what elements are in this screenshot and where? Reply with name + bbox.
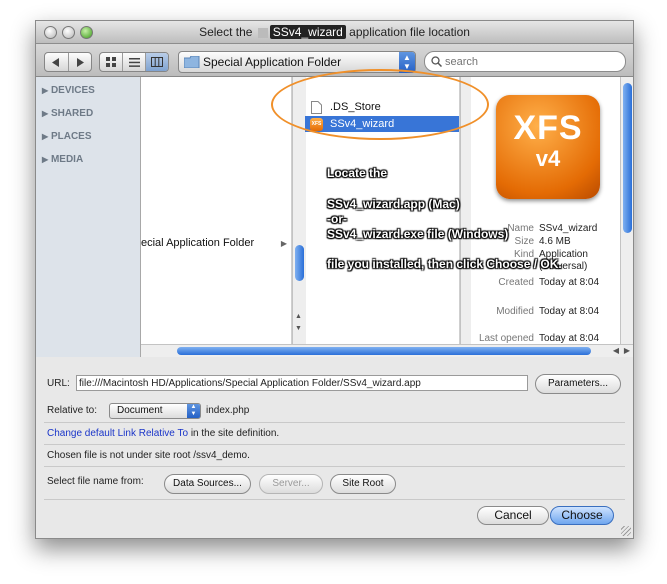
blurred-region — [257, 27, 268, 38]
annotation-line-4: SSv4_wizard.exe file (Windows) — [327, 227, 509, 241]
search-input[interactable] — [443, 53, 617, 70]
disclosure-triangle-icon: ▶ — [42, 132, 49, 141]
app-preview-icon: XFS v4 — [496, 95, 600, 199]
scroll-up-icon[interactable]: ▲ — [295, 313, 302, 320]
list-view-icon — [128, 57, 140, 67]
cancel-button[interactable]: Cancel — [477, 506, 549, 525]
relative-to-label: Relative to: — [47, 405, 98, 416]
sidebar-item-places[interactable]: ▶ PLACES — [42, 131, 92, 142]
folder-popup-value: Special Application Folder — [203, 55, 342, 69]
disclosure-triangle-icon: ▶ — [42, 155, 49, 164]
annotation-line-3: -or- — [327, 212, 347, 226]
relative-file: index.php — [206, 405, 250, 416]
select-file-name-label: Select file name from: — [47, 476, 144, 487]
back-button[interactable] — [45, 53, 69, 71]
forward-button[interactable] — [69, 53, 92, 71]
relative-to-select[interactable]: Document ▲ ▼ — [109, 403, 201, 419]
list-view-button[interactable] — [123, 53, 146, 71]
sidebar-item-devices[interactable]: ▶ DEVICES — [42, 85, 95, 96]
popup-arrows-icon: ▲ ▼ — [187, 404, 200, 418]
divider — [44, 499, 625, 500]
divider — [44, 444, 625, 445]
scroll-right-icon[interactable]: ▶ — [624, 346, 630, 355]
horizontal-scroll-knob[interactable] — [177, 347, 591, 355]
back-forward-control — [44, 52, 92, 72]
scroll-knob[interactable] — [295, 245, 304, 281]
data-sources-button[interactable]: Data Sources... — [164, 474, 251, 494]
column-view-button[interactable] — [146, 53, 168, 71]
right-arrow-icon — [76, 57, 84, 67]
folder-icon — [184, 56, 200, 68]
annotation-line-5: file you installed, then click Choose / … — [327, 257, 562, 271]
chevron-right-icon: ▶ — [280, 238, 287, 248]
scroll-left-icon[interactable]: ◀ — [613, 346, 619, 355]
scroll-knob[interactable] — [623, 83, 632, 233]
icon-view-icon — [106, 57, 116, 67]
icon-view-button[interactable] — [100, 53, 123, 71]
window-title: Select the SSv4_wizard application file … — [199, 25, 470, 39]
annotation-line-2: SSv4_wizard.app (Mac) — [327, 197, 460, 211]
form-area: URL: Parameters... Relative to: Document… — [36, 358, 633, 538]
title-app-name: SSv4_wizard — [269, 25, 346, 39]
divider — [44, 422, 625, 423]
browser-column-1: ecial Application Folder ▶ — [141, 77, 292, 345]
divider — [44, 466, 625, 467]
list-item-folder[interactable]: ecial Application Folder ▶ — [141, 235, 291, 251]
change-link-row: Change default Link Relative To in the s… — [47, 428, 280, 439]
url-input[interactable] — [76, 375, 528, 391]
view-mode-control — [99, 52, 169, 72]
search-icon — [431, 56, 442, 67]
preview-scrollbar[interactable] — [620, 77, 633, 345]
sidebar-item-shared[interactable]: ▶ SHARED — [42, 108, 93, 119]
scroll-down-icon[interactable]: ▼ — [295, 325, 302, 332]
url-label: URL: — [47, 378, 70, 389]
server-button[interactable]: Server... — [259, 474, 323, 494]
choose-button[interactable]: Choose — [550, 506, 614, 525]
parameters-button[interactable]: Parameters... — [535, 374, 621, 394]
horizontal-scrollbar[interactable]: ◀ ▶ — [141, 344, 633, 357]
disclosure-triangle-icon: ▶ — [42, 86, 49, 95]
column-view-icon — [151, 57, 163, 67]
sidebar: ▶ DEVICES ▶ SHARED ▶ PLACES ▶ MEDIA — [36, 77, 141, 357]
search-field[interactable] — [424, 51, 626, 72]
title-bar: Select the SSv4_wizard application file … — [36, 21, 633, 44]
left-arrow-icon — [52, 57, 60, 67]
change-default-link[interactable]: Change default Link Relative To — [47, 428, 188, 439]
file-preview: XFS v4 Name SSv4_wizard Size 4.6 MB Kind… — [474, 77, 622, 345]
disclosure-triangle-icon: ▶ — [42, 109, 49, 118]
highlight-ellipse — [271, 69, 489, 140]
site-root-note: Chosen file is not under site root /ssv4… — [47, 450, 250, 461]
sidebar-item-media[interactable]: ▶ MEDIA — [42, 154, 83, 165]
site-root-button[interactable]: Site Root — [330, 474, 396, 494]
annotation-line-1: Locate the — [327, 166, 388, 180]
resize-grip-icon[interactable] — [621, 526, 631, 536]
